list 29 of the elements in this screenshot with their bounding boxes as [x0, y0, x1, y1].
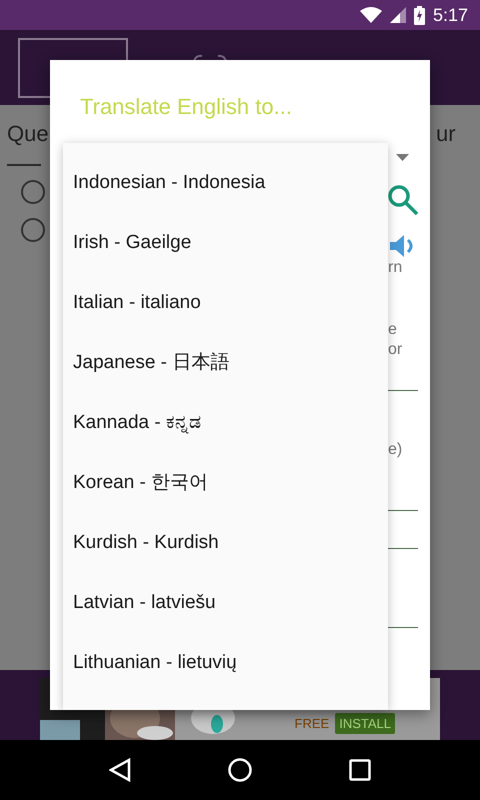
language-option[interactable]: Latvian - latviešu — [63, 573, 388, 633]
language-option[interactable]: Japanese - 日本語 — [63, 333, 388, 393]
install-button[interactable]: INSTALL — [335, 713, 395, 734]
search-icon[interactable] — [387, 184, 419, 216]
side-label: rn — [388, 260, 402, 276]
radio-button[interactable] — [21, 180, 45, 204]
language-option[interactable]: Indonesian - Indonesia — [63, 153, 388, 213]
question-text: ur — [436, 120, 456, 148]
side-label: e) — [388, 442, 402, 458]
side-label: or — [388, 342, 402, 358]
wifi-icon — [360, 7, 382, 23]
recents-icon[interactable] — [349, 759, 372, 781]
language-option[interactable]: Kurdish - Kurdish — [63, 513, 388, 573]
language-option[interactable]: Korean - 한국어 — [63, 453, 388, 513]
back-icon[interactable] — [108, 758, 131, 782]
language-option[interactable]: Lithuanian - lietuvių — [63, 633, 388, 693]
language-option[interactable]: Italian - italiano — [63, 273, 388, 333]
status-time: 5:17 — [432, 4, 468, 26]
radio-button[interactable] — [21, 218, 45, 242]
home-icon[interactable] — [228, 758, 252, 782]
language-option[interactable]: Kannada - ಕನ್ನಡ — [63, 393, 388, 453]
side-label: e — [388, 322, 397, 338]
dropdown-caret-icon[interactable] — [396, 154, 409, 161]
signal-icon — [390, 7, 406, 23]
battery-icon — [414, 6, 425, 24]
dialog-title: Translate English to... — [80, 94, 292, 120]
question-text: Que — [7, 120, 49, 148]
price-text: FREE — [294, 717, 330, 730]
language-option[interactable]: Irish - Gaeilge — [63, 213, 388, 273]
